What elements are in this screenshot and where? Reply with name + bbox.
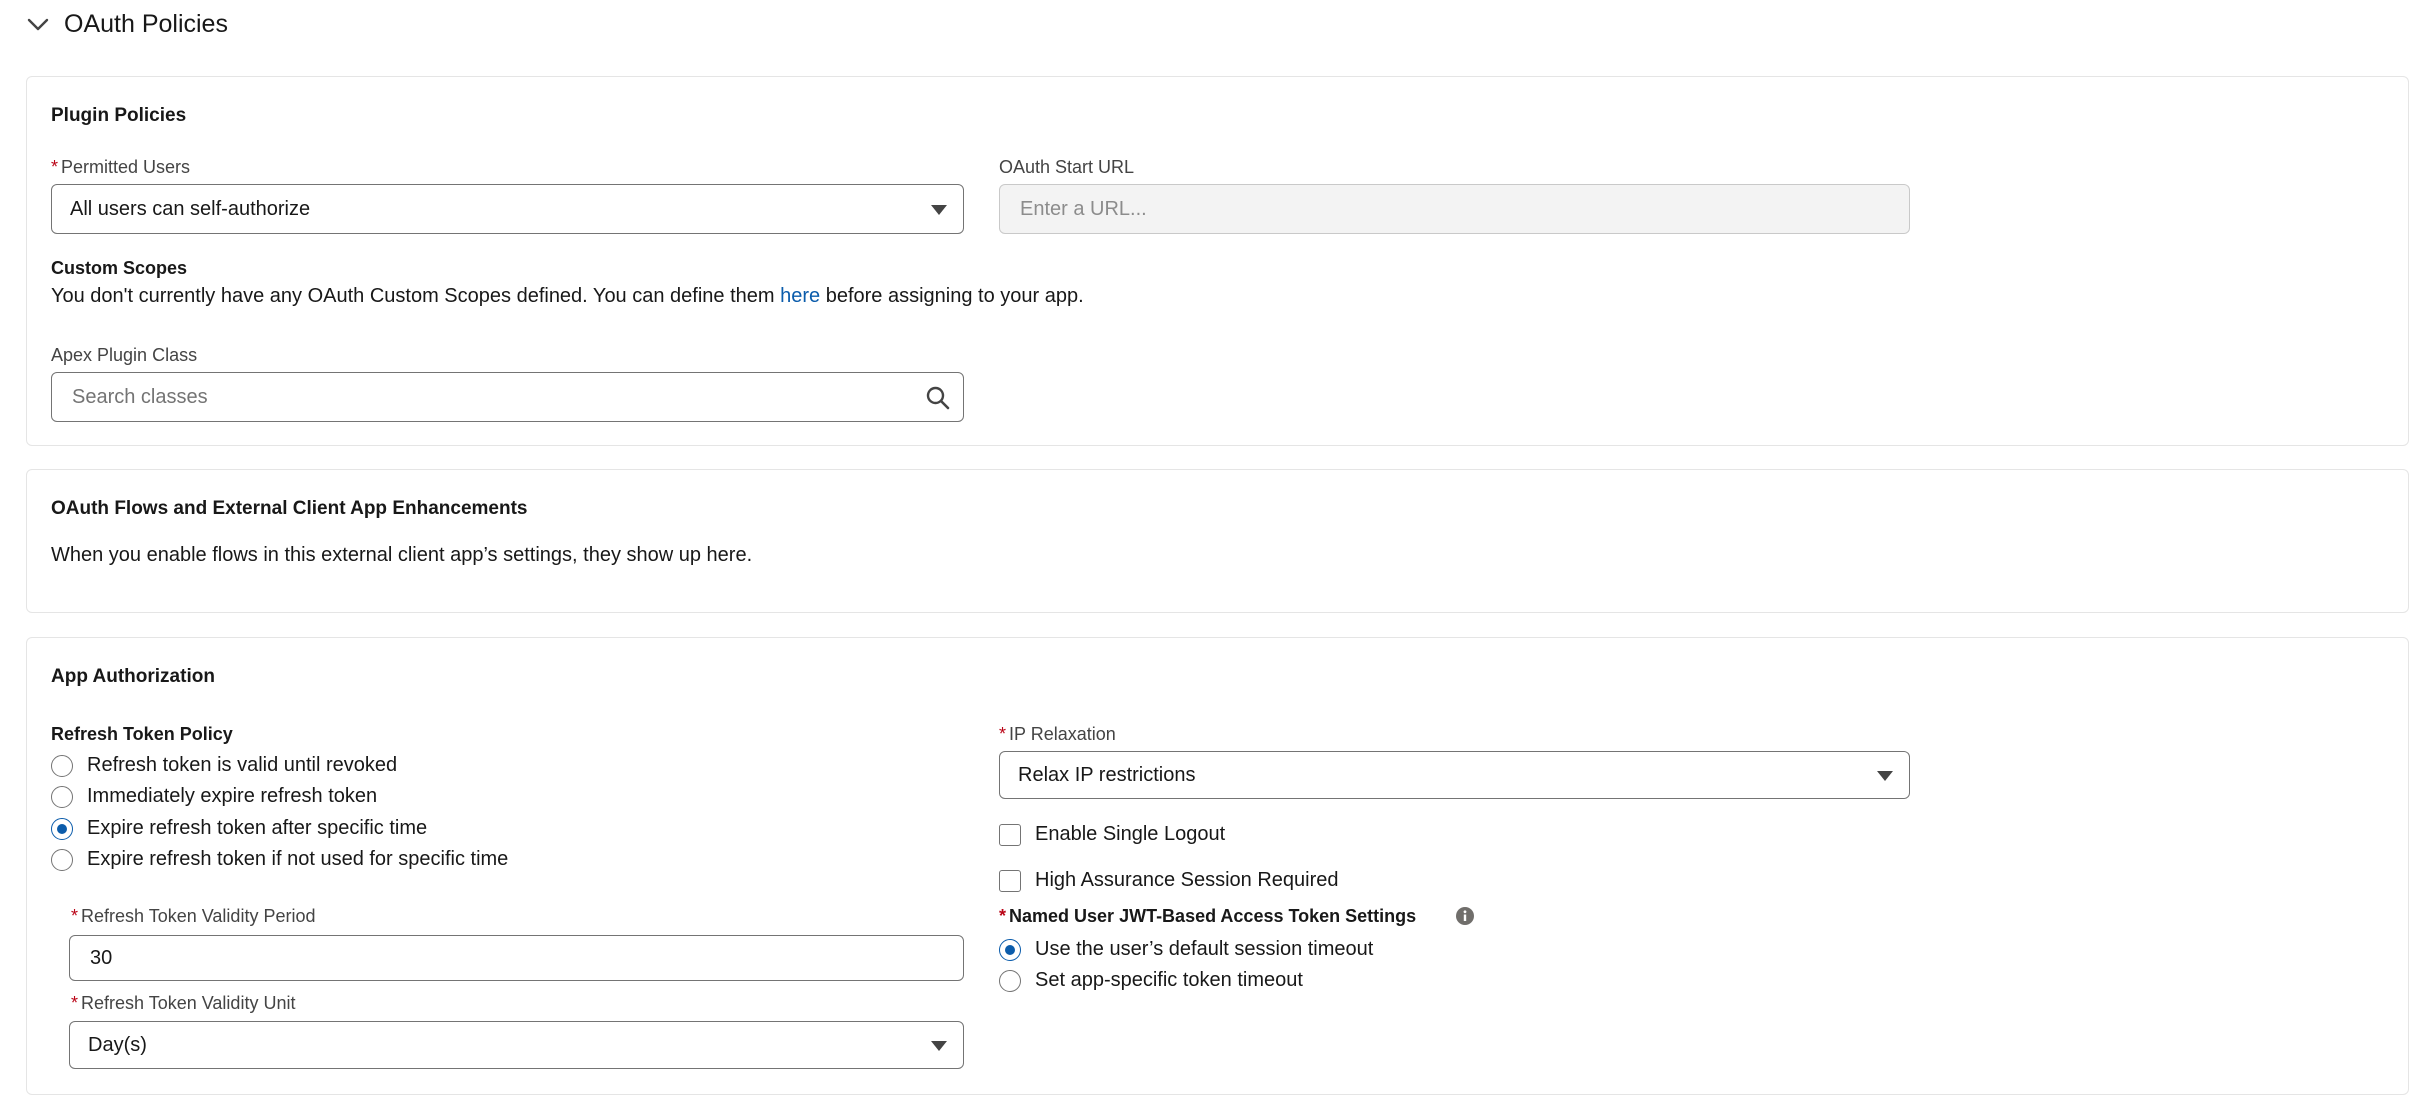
radio-button-selected[interactable] — [999, 938, 1021, 961]
oauth-flows-title: OAuth Flows and External Client App Enha… — [51, 498, 528, 519]
chevron-down-icon — [27, 18, 49, 31]
oauth-start-url-label: OAuth Start URL — [999, 157, 1135, 177]
oauth-start-url-field — [999, 184, 1910, 234]
validity-period-input[interactable] — [88, 945, 945, 971]
oauth-policies-section-toggle[interactable]: OAuth Policies — [26, 4, 228, 44]
checkbox[interactable] — [999, 869, 1021, 892]
required-mark: * — [999, 906, 1007, 926]
radio-button[interactable] — [51, 754, 73, 777]
jwt-settings-label: * Named User JWT-Based Access Token Setti… — [999, 906, 1417, 926]
apex-plugin-class-field[interactable] — [51, 372, 964, 422]
permitted-users-value: All users can self-authorize — [70, 197, 311, 220]
radio-immediately-expire[interactable]: Immediately expire refresh token — [51, 785, 377, 808]
high-assurance-checkbox[interactable]: High Assurance Session Required — [999, 869, 1339, 892]
enable-single-logout-checkbox[interactable]: Enable Single Logout — [999, 823, 1225, 846]
ip-relaxation-label: * IP Relaxation — [999, 724, 1116, 744]
radio-default-session-timeout[interactable]: Use the user’s default session timeout — [999, 938, 1373, 961]
radio-button[interactable] — [51, 785, 73, 808]
ip-relaxation-select[interactable]: Relax IP restrictions — [999, 751, 1910, 799]
radio-expire-after-specific-time[interactable]: Expire refresh token after specific time — [51, 817, 427, 840]
radio-refresh-valid-until-revoked[interactable]: Refresh token is valid until revoked — [51, 754, 397, 777]
caret-down-icon — [931, 205, 947, 215]
section-title: OAuth Policies — [64, 9, 228, 38]
info-icon[interactable] — [1455, 906, 1475, 926]
oauth-flows-description: When you enable flows in this external c… — [51, 544, 753, 566]
radio-button[interactable] — [51, 848, 73, 871]
apex-plugin-class-label: Apex Plugin Class — [51, 345, 198, 365]
radio-app-specific-timeout[interactable]: Set app-specific token timeout — [999, 969, 1303, 992]
plugin-policies-card: Plugin Policies * Permitted Users All use… — [26, 76, 2409, 446]
oauth-flows-card: OAuth Flows and External Client App Enha… — [26, 469, 2409, 613]
caret-down-icon — [931, 1041, 947, 1051]
refresh-token-policy-label: Refresh Token Policy — [51, 724, 233, 744]
radio-expire-if-not-used[interactable]: Expire refresh token if not used for spe… — [51, 848, 508, 871]
custom-scopes-label: Custom Scopes — [51, 258, 188, 278]
validity-unit-select[interactable]: Day(s) — [69, 1021, 964, 1069]
validity-unit-value: Day(s) — [88, 1033, 147, 1056]
validity-unit-label: * Refresh Token Validity Unit — [71, 993, 296, 1013]
apex-plugin-class-input[interactable] — [70, 384, 945, 410]
permitted-users-label: * Permitted Users — [51, 157, 191, 177]
required-mark: * — [71, 906, 79, 926]
required-mark: * — [999, 724, 1007, 744]
custom-scopes-here-link[interactable]: here — [780, 285, 820, 307]
required-mark: * — [51, 157, 59, 177]
validity-period-label: * Refresh Token Validity Period — [71, 906, 316, 926]
search-icon[interactable] — [925, 385, 951, 411]
oauth-start-url-input — [1018, 196, 1891, 222]
radio-button[interactable] — [999, 969, 1021, 992]
caret-down-icon — [1877, 771, 1893, 781]
permitted-users-select[interactable]: All users can self-authorize — [51, 184, 964, 234]
app-authorization-card: App Authorization Refresh Token Policy R… — [26, 637, 2409, 1095]
app-authorization-title: App Authorization — [51, 666, 215, 687]
required-mark: * — [71, 993, 79, 1013]
plugin-policies-title: Plugin Policies — [51, 105, 187, 126]
checkbox[interactable] — [999, 823, 1021, 846]
custom-scopes-text: You don't currently have any OAuth Custo… — [51, 285, 1084, 307]
radio-button-selected[interactable] — [51, 817, 73, 840]
ip-relaxation-value: Relax IP restrictions — [1018, 763, 1196, 786]
validity-period-field[interactable] — [69, 935, 964, 981]
